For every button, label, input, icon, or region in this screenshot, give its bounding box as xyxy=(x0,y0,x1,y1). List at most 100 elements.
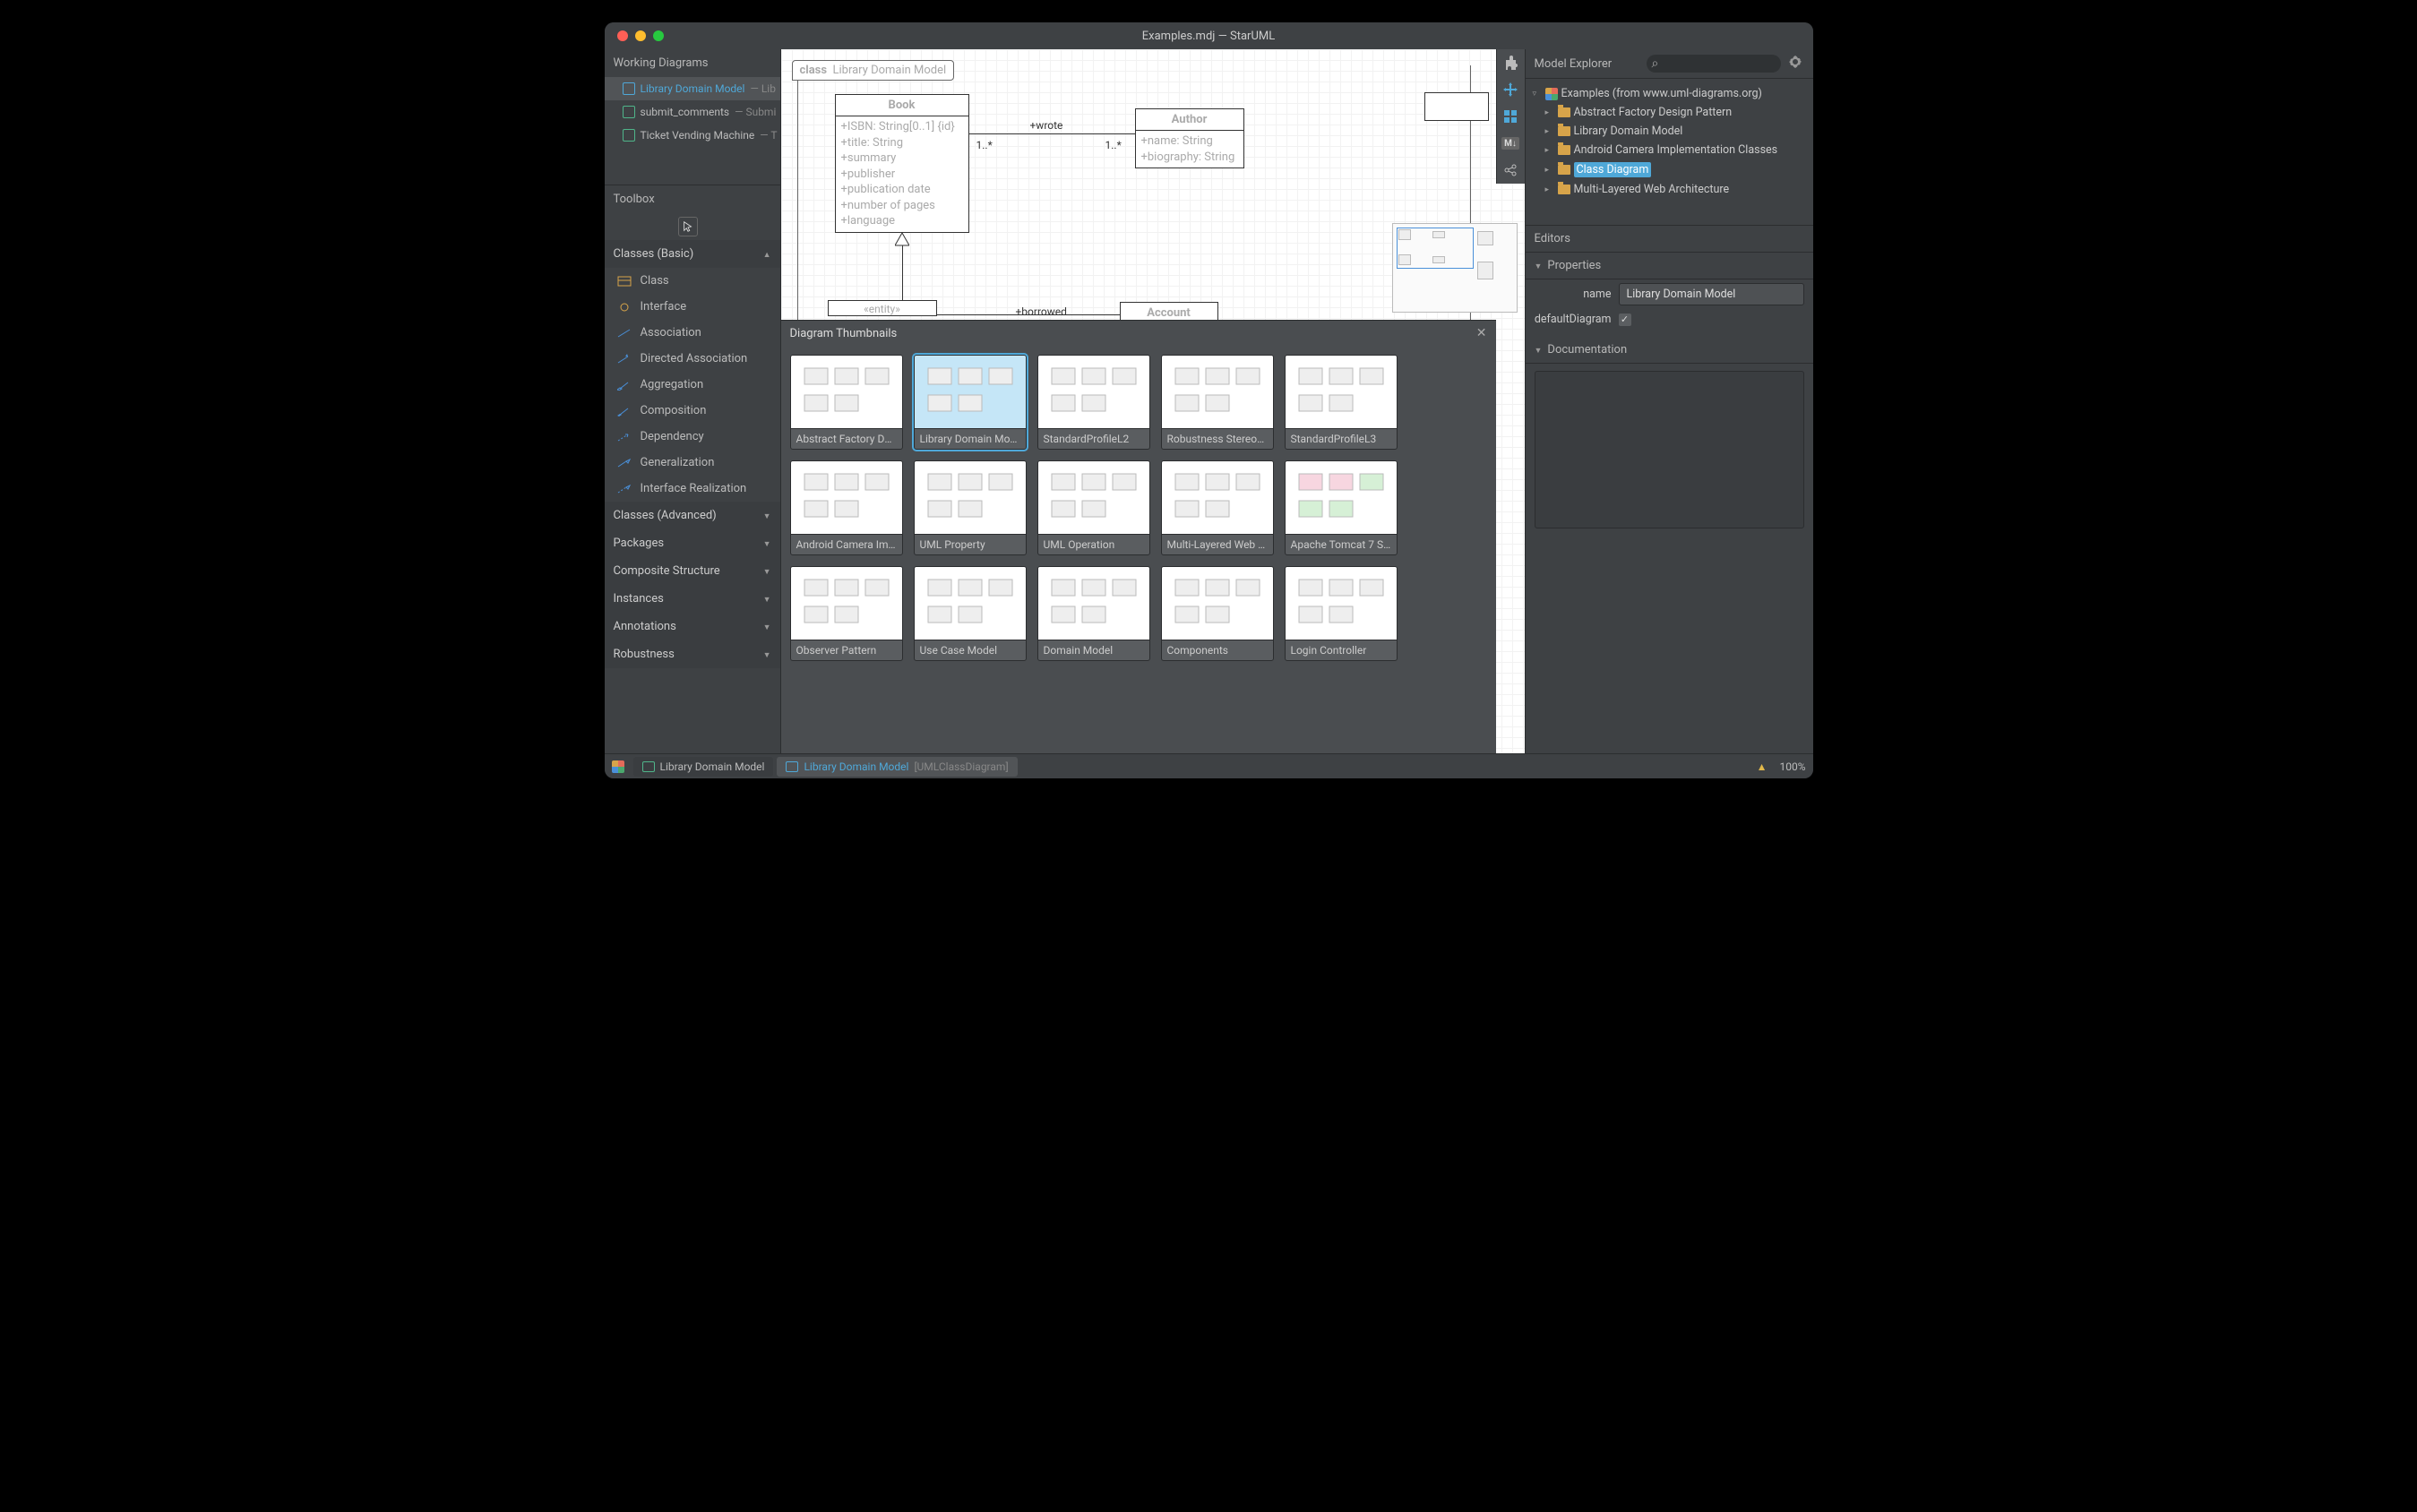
thumbnail-label: Login Controller xyxy=(1286,640,1397,660)
tree-item-selected[interactable]: ▸ Class Diagram xyxy=(1529,159,1810,180)
toolbox-section-composite[interactable]: Composite Structure xyxy=(605,557,780,585)
extension-icon[interactable] xyxy=(1497,49,1525,76)
thumbnail-label: Domain Model xyxy=(1038,640,1149,660)
toolbox-section-classes-advanced[interactable]: Classes (Advanced) xyxy=(605,502,780,529)
tool-aggregation[interactable]: Aggregation xyxy=(605,372,780,398)
frame-kind: class xyxy=(800,64,828,77)
tree-item[interactable]: ▸ Android Camera Implementation Classes xyxy=(1529,141,1810,159)
markdown-icon[interactable]: M↓ xyxy=(1501,137,1519,150)
tree-label: Library Domain Model xyxy=(1574,125,1683,138)
property-label: name xyxy=(1535,288,1612,301)
uml-class-partial[interactable] xyxy=(1424,92,1489,121)
minimap-viewport[interactable] xyxy=(1397,228,1474,269)
section-label: Packages xyxy=(614,537,665,550)
thumbnail-label: StandardProfileL3 xyxy=(1286,429,1397,449)
thumbnail-item[interactable]: Library Domain Model xyxy=(914,355,1027,450)
tool-label: Generalization xyxy=(641,456,715,469)
share-icon[interactable] xyxy=(1497,157,1525,184)
tool-directed-association[interactable]: Directed Association xyxy=(605,346,780,372)
uml-class-author[interactable]: Author +name: String +biography: String xyxy=(1135,108,1244,168)
properties-section-header[interactable]: Properties xyxy=(1526,253,1813,279)
frame-name: Library Domain Model xyxy=(832,64,946,77)
close-window-button[interactable] xyxy=(617,30,628,41)
tool-generalization[interactable]: Generalization xyxy=(605,450,780,476)
thumbnail-item[interactable]: StandardProfileL2 xyxy=(1037,355,1150,450)
tree-item[interactable]: ▸ Multi-Layered Web Architecture xyxy=(1529,180,1810,199)
tool-interface-realization[interactable]: Interface Realization xyxy=(605,476,780,502)
thumbnail-item[interactable]: StandardProfileL3 xyxy=(1285,355,1398,450)
thumbnail-preview xyxy=(1286,567,1397,640)
section-label: Composite Structure xyxy=(614,564,720,578)
section-label: Classes (Advanced) xyxy=(614,509,717,522)
toolbox-section-instances[interactable]: Instances xyxy=(605,585,780,613)
thumbnail-preview xyxy=(915,461,1026,535)
tab-label: Library Domain Model xyxy=(804,760,908,773)
breadcrumb-tab[interactable]: Library Domain Model xyxy=(633,757,774,777)
close-thumbnails-button[interactable]: ✕ xyxy=(1476,326,1487,340)
documentation-textarea[interactable] xyxy=(1535,371,1804,528)
thumbnail-preview xyxy=(1162,567,1273,640)
thumbnail-item[interactable]: Components xyxy=(1161,566,1274,661)
breadcrumb-tab-active[interactable]: Library Domain Model [UMLClassDiagram] xyxy=(777,757,1017,777)
warning-icon[interactable]: ▲ xyxy=(1757,760,1768,773)
project-icon xyxy=(1545,88,1558,100)
diagram-icon xyxy=(786,761,798,772)
explorer-settings-button[interactable] xyxy=(1788,55,1804,73)
tool-interface[interactable]: Interface xyxy=(605,294,780,320)
generalization-line[interactable] xyxy=(902,245,903,300)
tree-item[interactable]: ▸ Library Domain Model xyxy=(1529,122,1810,141)
tree-label: Class Diagram xyxy=(1574,162,1652,177)
thumbnail-item[interactable]: Abstract Factory Design xyxy=(790,355,903,450)
thumbnail-item[interactable]: Multi-Layered Web Arch xyxy=(1161,460,1274,555)
uml-class-book[interactable]: Book +ISBN: String[0..1] {id} +title: St… xyxy=(835,94,969,233)
right-panel: Model Explorer ▿ Examples (from www.uml-… xyxy=(1525,49,1813,753)
section-label: Annotations xyxy=(614,620,676,633)
documentation-section-header[interactable]: Documentation xyxy=(1526,337,1813,364)
toolbox-section-robustness[interactable]: Robustness xyxy=(605,640,780,668)
maximize-window-button[interactable] xyxy=(653,30,664,41)
toolbox-section-annotations[interactable]: Annotations xyxy=(605,613,780,640)
uml-class-entity[interactable]: «entity» xyxy=(828,300,937,316)
explorer-search-input[interactable] xyxy=(1647,55,1781,73)
tree-root[interactable]: ▿ Examples (from www.uml-diagrams.org) xyxy=(1529,84,1810,103)
thumbnail-item[interactable]: Domain Model xyxy=(1037,566,1150,661)
tool-label: Interface Realization xyxy=(641,482,747,495)
property-default-row: defaultDiagram ✓ xyxy=(1526,309,1813,330)
tool-composition[interactable]: Composition xyxy=(605,398,780,424)
thumbnail-item[interactable]: Login Controller xyxy=(1285,566,1398,661)
working-diagram-item-ticket[interactable]: Ticket Vending Machine — T xyxy=(605,124,780,147)
tree-item[interactable]: ▸ Abstract Factory Design Pattern xyxy=(1529,103,1810,122)
default-diagram-checkbox[interactable]: ✓ xyxy=(1619,314,1631,326)
tool-association[interactable]: Association xyxy=(605,320,780,346)
thumbnail-item[interactable]: UML Operation xyxy=(1037,460,1150,555)
assoc-book-author[interactable] xyxy=(969,133,1135,134)
thumbnail-item[interactable]: Observer Pattern xyxy=(790,566,903,661)
thumbnail-item[interactable]: UML Property xyxy=(914,460,1027,555)
zoom-level[interactable]: 100% xyxy=(1779,760,1805,773)
minimap[interactable] xyxy=(1392,223,1518,313)
assoc-entity-account[interactable] xyxy=(937,314,1120,315)
minimize-window-button[interactable] xyxy=(635,30,646,41)
app-window: Examples.mdj — StarUML Working Diagrams … xyxy=(605,22,1813,778)
working-diagram-item-library[interactable]: Library Domain Model — Lib xyxy=(605,77,780,100)
tab-label: Library Domain Model xyxy=(660,760,765,773)
toolbox-section-classes-basic[interactable]: Classes (Basic) xyxy=(605,240,780,268)
thumbnail-item[interactable]: Android Camera Imple xyxy=(790,460,903,555)
tool-label: Directed Association xyxy=(641,352,748,365)
thumbnail-item[interactable]: Use Case Model xyxy=(914,566,1027,661)
tool-class[interactable]: Class xyxy=(605,268,780,294)
thumbnail-item[interactable]: Robustness Stereotype xyxy=(1161,355,1274,450)
toolbox-section-packages[interactable]: Packages xyxy=(605,529,780,557)
working-diagram-item-submit[interactable]: submit_comments — Submi xyxy=(605,100,780,124)
association-icon xyxy=(617,328,632,339)
tool-dependency[interactable]: Dependency xyxy=(605,424,780,450)
property-name-input[interactable]: Library Domain Model xyxy=(1619,283,1804,305)
statusbar: Library Domain Model Library Domain Mode… xyxy=(605,753,1813,778)
thumbnails-title: Diagram Thumbnails xyxy=(790,327,898,340)
dependency-icon xyxy=(617,432,632,442)
selection-tool-button[interactable] xyxy=(678,217,698,236)
thumbnail-item[interactable]: Apache Tomcat 7 Serve xyxy=(1285,460,1398,555)
wd-name: Library Domain Model xyxy=(641,82,745,95)
grid-icon[interactable] xyxy=(1497,103,1525,130)
move-tool-icon[interactable] xyxy=(1497,76,1525,103)
